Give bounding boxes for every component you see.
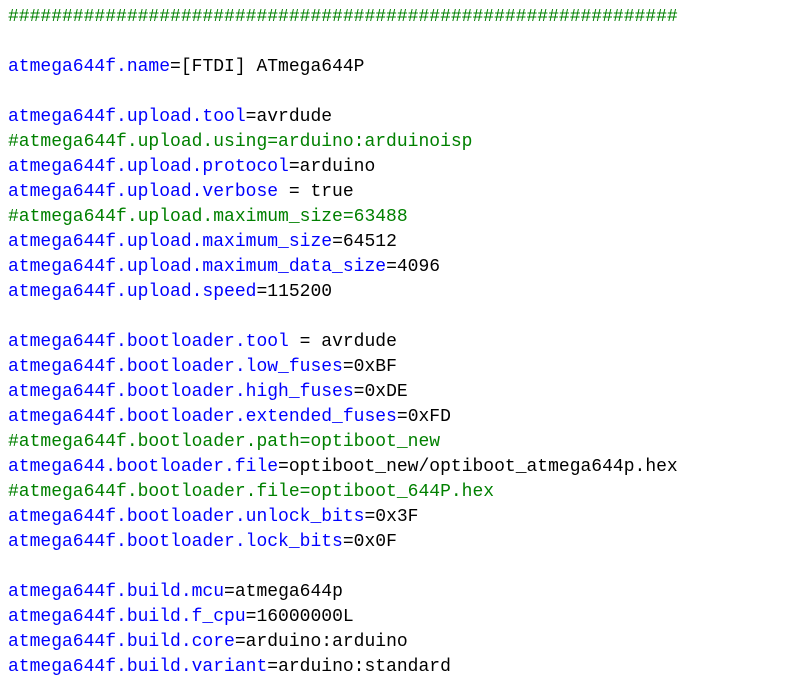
property-key: atmega644f.upload.protocol: [8, 157, 289, 177]
property-value: true: [310, 182, 354, 202]
property-value: avrdude: [321, 332, 397, 352]
property-value: 4096: [396, 257, 441, 277]
property-value: optiboot_new/optiboot_atmega644p.hex: [288, 457, 678, 477]
property-key: atmega644f.bootloader.unlock_bits: [8, 507, 365, 527]
assignment-operator: =: [364, 507, 376, 527]
property-line[interactable]: atmega644f.bootloader.lock_bits=0x0F: [8, 530, 678, 555]
property-key: atmega644.bootloader.file: [8, 457, 279, 477]
property-key: atmega644f.build.variant: [8, 657, 268, 677]
property-value: 0x3F: [375, 507, 419, 527]
assignment-operator: =: [342, 532, 354, 552]
property-value: [FTDI] ATmega644P: [180, 57, 365, 77]
property-line[interactable]: atmega644f.upload.tool=avrdude: [8, 105, 678, 130]
assignment-operator: =: [288, 332, 322, 352]
property-value: atmega644p: [234, 582, 343, 602]
property-line[interactable]: atmega644f.bootloader.high_fuses=0xDE: [8, 380, 678, 405]
property-line[interactable]: atmega644f.upload.protocol=arduino: [8, 155, 678, 180]
property-line[interactable]: atmega644f.name=[FTDI] ATmega644P: [8, 55, 678, 80]
property-key: atmega644f.build.mcu: [8, 582, 225, 602]
assignment-operator: =: [170, 57, 181, 77]
property-line[interactable]: atmega644f.upload.maximum_data_size=4096: [8, 255, 678, 280]
assignment-operator: =: [278, 457, 289, 477]
property-line[interactable]: atmega644f.bootloader.low_fuses=0xBF: [8, 355, 678, 380]
property-key: atmega644f.name: [8, 57, 171, 77]
assignment-operator: =: [267, 657, 279, 677]
comment-text: #atmega644f.bootloader.path=optiboot_new: [8, 432, 441, 452]
assignment-operator: =: [288, 157, 300, 177]
comment-text: #atmega644f.upload.using=arduino:arduino…: [8, 132, 473, 152]
property-value: 0xDE: [364, 382, 408, 402]
assignment-operator: =: [353, 382, 365, 402]
property-key: atmega644f.build.core: [8, 632, 235, 652]
code-editor[interactable]: ########################################…: [8, 5, 678, 680]
property-value: 0xFD: [407, 407, 451, 427]
property-key: atmega644f.bootloader.extended_fuses: [8, 407, 397, 427]
property-line[interactable]: atmega644.bootloader.file=optiboot_new/o…: [8, 455, 678, 480]
comment-line[interactable]: ########################################…: [8, 5, 678, 30]
assignment-operator: =: [234, 632, 246, 652]
property-key: atmega644f.bootloader.low_fuses: [8, 357, 343, 377]
property-line[interactable]: atmega644f.build.f_cpu=16000000L: [8, 605, 678, 630]
property-line[interactable]: atmega644f.upload.verbose = true: [8, 180, 678, 205]
property-value: arduino:standard: [278, 657, 451, 677]
property-key: atmega644f.bootloader.high_fuses: [8, 382, 354, 402]
property-key: atmega644f.upload.maximum_size: [8, 232, 333, 252]
assignment-operator: =: [278, 182, 311, 202]
comment-text: #atmega644f.bootloader.file=optiboot_644…: [8, 482, 495, 502]
property-value: arduino:arduino: [245, 632, 408, 652]
property-value: 64512: [342, 232, 397, 252]
assignment-operator: =: [256, 282, 268, 302]
property-line[interactable]: atmega644f.bootloader.unlock_bits=0x3F: [8, 505, 678, 530]
comment-text: #atmega644f.upload.maximum_size=63488: [8, 207, 408, 227]
comment-line[interactable]: #atmega644f.upload.maximum_size=63488: [8, 205, 678, 230]
property-value: 115200: [267, 282, 333, 302]
property-line[interactable]: atmega644f.bootloader.tool = avrdude: [8, 330, 678, 355]
assignment-operator: =: [396, 407, 408, 427]
property-key: atmega644f.upload.speed: [8, 282, 257, 302]
property-value: arduino: [299, 157, 376, 177]
property-value: avrdude: [256, 107, 333, 127]
comment-line[interactable]: #atmega644f.bootloader.path=optiboot_new: [8, 430, 678, 455]
property-line[interactable]: atmega644f.build.core=arduino:arduino: [8, 630, 678, 655]
property-value: 0xBF: [353, 357, 397, 377]
assignment-operator: =: [332, 232, 343, 252]
assignment-operator: =: [245, 107, 257, 127]
property-line[interactable]: atmega644f.upload.maximum_size=64512: [8, 230, 678, 255]
comment-text: ########################################…: [8, 7, 678, 27]
comment-line[interactable]: #atmega644f.upload.using=arduino:arduino…: [8, 130, 678, 155]
property-key: atmega644f.upload.verbose: [8, 182, 279, 202]
property-line[interactable]: atmega644f.build.variant=arduino:standar…: [8, 655, 678, 680]
comment-line[interactable]: #atmega644f.bootloader.file=optiboot_644…: [8, 480, 678, 505]
property-line[interactable]: atmega644f.build.mcu=atmega644p: [8, 580, 678, 605]
property-key: atmega644f.upload.maximum_data_size: [8, 257, 387, 277]
property-key: atmega644f.build.f_cpu: [8, 607, 246, 627]
assignment-operator: =: [386, 257, 397, 277]
property-line[interactable]: atmega644f.bootloader.extended_fuses=0xF…: [8, 405, 678, 430]
assignment-operator: =: [224, 582, 235, 602]
property-key: atmega644f.bootloader.lock_bits: [8, 532, 343, 552]
property-value: 0x0F: [353, 532, 397, 552]
assignment-operator: =: [245, 607, 257, 627]
property-key: atmega644f.upload.tool: [8, 107, 246, 127]
property-line[interactable]: atmega644f.upload.speed=115200: [8, 280, 678, 305]
assignment-operator: =: [342, 357, 354, 377]
property-key: atmega644f.bootloader.tool: [8, 332, 289, 352]
property-value: 16000000L: [256, 607, 354, 627]
